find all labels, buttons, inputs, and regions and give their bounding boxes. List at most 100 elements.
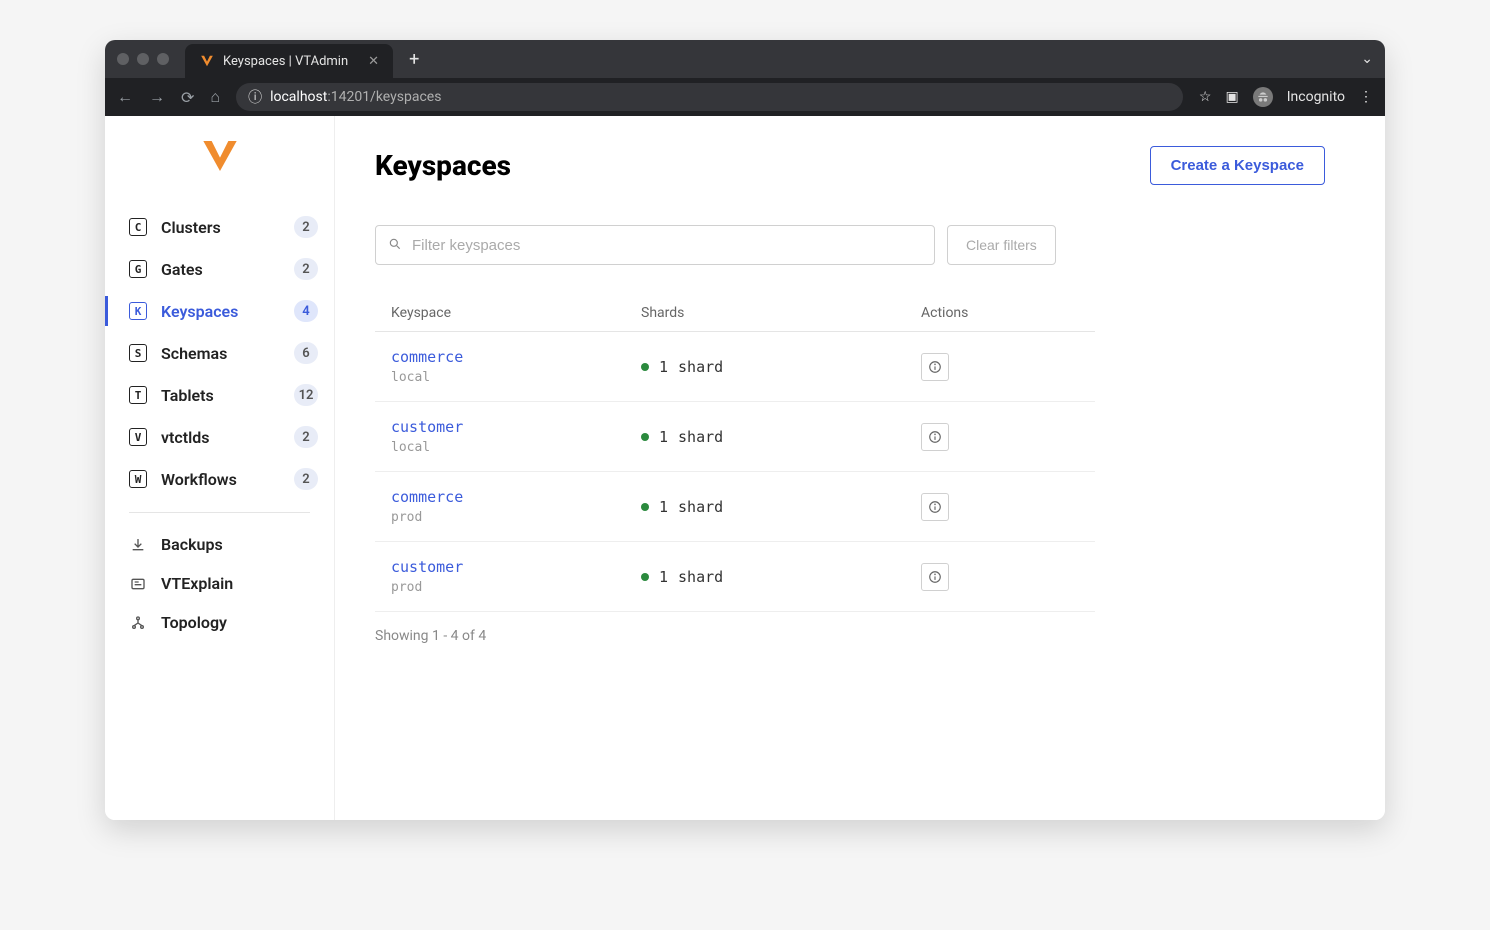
vitess-logo[interactable] — [105, 136, 334, 176]
table-row: customer prod 1 shard — [375, 542, 1095, 612]
sidebar-item-backups[interactable]: Backups — [105, 525, 334, 564]
filter-row: Clear filters — [375, 225, 1325, 265]
window-controls — [117, 53, 169, 65]
info-action-button[interactable] — [921, 353, 949, 381]
explain-icon — [129, 575, 147, 593]
nav-label: VTExplain — [161, 574, 318, 593]
devices-icon[interactable]: ▣ — [1225, 89, 1238, 105]
nav-count-badge: 2 — [294, 216, 318, 238]
header-shards: Shards — [641, 305, 921, 321]
info-action-button[interactable] — [921, 423, 949, 451]
shard-count: 1 — [659, 568, 668, 586]
nav-label: Tablets — [161, 386, 280, 405]
browser-tab[interactable]: Keyspaces | VTAdmin ✕ — [185, 44, 393, 78]
shard-count: 1 — [659, 358, 668, 376]
url-path: :14201/keyspaces — [327, 89, 441, 105]
table-row: commerceprod1shard — [375, 472, 1095, 542]
main-panel: Keyspaces Create a Keyspace Clear filter… — [335, 116, 1385, 820]
page-header: Keyspaces Create a Keyspace — [375, 146, 1325, 185]
sidebar-item-topology[interactable]: Topology — [105, 603, 334, 642]
page-title: Keyspaces — [375, 149, 511, 182]
nav-key-icon: V — [129, 428, 147, 446]
keyspace-link[interactable]: customer — [391, 558, 641, 576]
nav-label: Schemas — [161, 344, 280, 363]
nav-count-badge: 4 — [294, 300, 318, 322]
keyspace-cluster: local — [391, 440, 641, 455]
close-tab-icon[interactable]: ✕ — [368, 54, 379, 69]
sidebar-item-keyspaces[interactable]: KKeyspaces4 — [105, 290, 334, 332]
sidebar-item-gates[interactable]: GGates2 — [105, 248, 334, 290]
create-keyspace-button[interactable]: Create a Keyspace — [1150, 146, 1325, 185]
keyspace-cluster: local — [391, 370, 641, 385]
incognito-icon — [1253, 87, 1273, 107]
sidebar-item-schemas[interactable]: S Schemas 6 — [105, 332, 334, 374]
keyspace-link[interactable]: commerce — [391, 488, 641, 506]
status-dot-green — [641, 433, 649, 441]
tab-title: Keyspaces | VTAdmin — [223, 54, 348, 69]
favicon-vitess-icon — [199, 53, 215, 69]
sidebar-item-vtctlds[interactable]: Vvtctlds 2 — [105, 416, 334, 458]
sidebar-item-clusters[interactable]: C Clusters 2 — [105, 206, 334, 248]
keyspace-cluster: prod — [391, 580, 641, 595]
status-dot-green — [641, 363, 649, 371]
nav-label: Keyspaces — [161, 302, 280, 321]
browser-window: Keyspaces | VTAdmin ✕ + ⌄ ← → ⟳ ⌂ ⓘ loca… — [105, 40, 1385, 820]
close-dot[interactable] — [117, 53, 129, 65]
nav-key-icon: S — [129, 344, 147, 362]
app-content: CClusters2GGates2KKeyspaces4SSchemas6TTa… — [105, 116, 1385, 820]
back-button[interactable]: ← — [117, 87, 133, 107]
table-row: customer local 1 shard — [375, 402, 1095, 472]
nav-key-icon: G — [129, 260, 147, 278]
reload-button[interactable]: ⟳ — [181, 88, 194, 107]
maximize-dot[interactable] — [157, 53, 169, 65]
filter-input[interactable] — [412, 237, 922, 254]
url-host: localhost — [270, 89, 327, 105]
nav-key-icon: C — [129, 218, 147, 236]
home-button[interactable]: ⌂ — [210, 87, 220, 107]
filter-input-wrapper[interactable] — [375, 225, 935, 265]
nav-count-badge: 6 — [294, 342, 318, 364]
forward-button[interactable]: → — [149, 87, 165, 107]
keyspace-link[interactable]: commerce — [391, 348, 641, 366]
search-icon — [388, 236, 402, 255]
nav-label: vtctlds — [161, 428, 280, 447]
minimize-dot[interactable] — [137, 53, 149, 65]
clear-filters-button[interactable]: Clear filters — [947, 225, 1056, 265]
sidebar: CClusters2GGates2KKeyspaces4SSchemas6TTa… — [105, 116, 335, 820]
shard-label: shard — [678, 358, 723, 376]
browser-urlbar: ← → ⟳ ⌂ ⓘ localhost:14201/keyspaces ☆ ▣ … — [105, 78, 1385, 116]
sidebar-item-workflows[interactable]: W Workflows 2 — [105, 458, 334, 500]
shard-label: shard — [678, 568, 723, 586]
nav-key-icon: W — [129, 470, 147, 488]
status-dot-green — [641, 573, 649, 581]
new-tab-button[interactable]: + — [409, 49, 419, 70]
address-bar[interactable]: ⓘ localhost:14201/keyspaces — [236, 83, 1183, 111]
info-action-button[interactable] — [921, 493, 949, 521]
sidebar-item-vtexplain[interactable]: VTExplain — [105, 564, 334, 603]
shard-count: 1 — [659, 498, 668, 516]
nav-label: Clusters — [161, 218, 280, 237]
table-row: commerce local 1 shard — [375, 332, 1095, 402]
keyspaces-table: Keyspace Shards Actions commerce local 1 sh… — [375, 295, 1095, 612]
info-action-button[interactable] — [921, 563, 949, 591]
nav-count-badge: 12 — [294, 384, 318, 406]
keyspace-link[interactable]: customer — [391, 418, 641, 436]
shard-label: shard — [678, 498, 723, 516]
sidebar-item-tablets[interactable]: TTablets12 — [105, 374, 334, 416]
topology-icon — [129, 614, 147, 632]
menu-icon[interactable]: ⋮ — [1359, 89, 1373, 105]
table-header-row: Keyspace Shards Actions — [375, 295, 1095, 332]
nav-label: Workflows — [161, 470, 280, 489]
nav-count-badge: 2 — [294, 426, 318, 448]
shard-cell: 1 shard — [641, 428, 921, 446]
bookmark-icon[interactable]: ☆ — [1199, 89, 1212, 105]
shard-cell: 1 shard — [641, 568, 921, 586]
nav-count-badge: 2 — [294, 468, 318, 490]
shard-label: shard — [678, 428, 723, 446]
header-keyspace: Keyspace — [391, 305, 641, 321]
chevron-down-icon[interactable]: ⌄ — [1361, 51, 1373, 67]
shard-count: 1 — [659, 428, 668, 446]
sidebar-divider — [129, 512, 310, 513]
site-info-icon[interactable]: ⓘ — [248, 87, 262, 107]
download-icon — [129, 536, 147, 554]
